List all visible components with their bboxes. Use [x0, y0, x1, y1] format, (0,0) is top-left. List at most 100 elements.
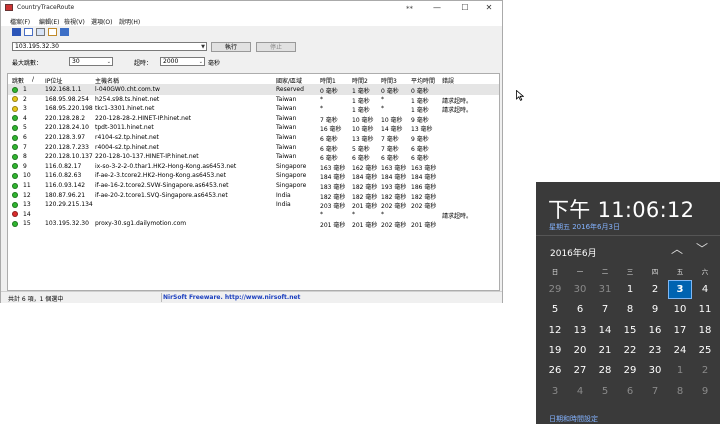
title-bar[interactable]: CountryTraceRoute ⁎⁎ — ☐ ✕	[1, 1, 502, 15]
flyout-divider	[536, 235, 720, 236]
calendar-day[interactable]: 19	[543, 341, 567, 360]
run-button[interactable]: 執行	[211, 42, 251, 52]
calendar-day[interactable]: 11	[693, 300, 717, 319]
table-row[interactable]: 13 120.29.215.134 India 203 毫秒 201 毫秒 202 毫秒 2…	[8, 200, 499, 210]
calendar-day-today[interactable]: 3	[668, 280, 692, 299]
calendar-day[interactable]: 16	[643, 321, 667, 340]
status-count: 共計 6 項，1 個選中	[8, 296, 64, 303]
copy-icon[interactable]	[24, 28, 33, 36]
html-report-icon[interactable]	[36, 28, 45, 36]
calendar-day[interactable]: 29	[618, 361, 642, 380]
save-icon[interactable]	[12, 28, 21, 36]
next-month-button[interactable]: ﹀	[693, 241, 711, 257]
calendar-day[interactable]: 17	[668, 321, 692, 340]
calendar-day[interactable]: 10	[668, 300, 692, 319]
menu-help[interactable]: 說明(H)	[119, 17, 140, 26]
calendar-day[interactable]: 3	[543, 382, 567, 401]
col-country[interactable]: 國家/區域	[276, 76, 302, 85]
nirsoft-link[interactable]: NirSoft Freeware. http://www.nirsoft.net	[163, 294, 300, 301]
calendar-day[interactable]: 26	[543, 361, 567, 380]
calendar-day[interactable]: 2	[643, 280, 667, 299]
calendar-day[interactable]: 9	[693, 382, 717, 401]
calendar-day[interactable]: 1	[668, 361, 692, 380]
cell-t2: 201 毫秒	[352, 222, 378, 230]
calendar-day[interactable]: 8	[668, 382, 692, 401]
calendar-day[interactable]: 8	[618, 300, 642, 319]
calendar-day[interactable]: 27	[568, 361, 592, 380]
table-row[interactable]: 15 103.195.32.30 proxy-30.sg1.dailymotion.…	[8, 219, 499, 229]
pin-icon[interactable]: ⁎⁎	[406, 3, 413, 11]
calendar-day[interactable]: 13	[568, 321, 592, 340]
table-row[interactable]: 7 220.128.7.233 r4004-s2.tp.hinet.net Taiwa…	[8, 143, 499, 153]
table-row[interactable]: 4 220.128.28.2 220-128-28-2.HINET-IP.hinet…	[8, 114, 499, 124]
calendar-day[interactable]: 30	[643, 361, 667, 380]
col-time1[interactable]: 時間1	[320, 76, 336, 85]
calendar-day[interactable]: 20	[568, 341, 592, 360]
calendar-day[interactable]: 29	[543, 280, 567, 299]
calendar-day[interactable]: 22	[618, 341, 642, 360]
exit-icon[interactable]	[60, 28, 69, 36]
table-row[interactable]: 6 220.128.3.97 r4104-s2.tp.hinet.net Taiwan…	[8, 133, 499, 143]
calendar-day[interactable]: 24	[668, 341, 692, 360]
col-hop[interactable]: 跳數	[12, 76, 24, 85]
col-time3[interactable]: 時間3	[381, 76, 397, 85]
calendar-day[interactable]: 4	[693, 280, 717, 299]
date-link[interactable]: 星期五 2016年6月3日	[549, 222, 620, 232]
calendar-day[interactable]: 9	[643, 300, 667, 319]
prev-month-button[interactable]: ︿	[668, 241, 686, 257]
menu-options[interactable]: 選項(O)	[91, 17, 112, 26]
table-row[interactable]: 9 116.0.82.17 ix-so-3-2-2-0.thar1.HK2-Hong…	[8, 162, 499, 172]
calendar-day[interactable]: 4	[568, 382, 592, 401]
calendar-day[interactable]: 18	[693, 321, 717, 340]
calendar-day[interactable]: 30	[568, 280, 592, 299]
host-input[interactable]: 103.195.32.30 ▼	[12, 42, 207, 51]
cell-hop: 13	[23, 201, 31, 209]
calendar-day[interactable]: 21	[593, 341, 617, 360]
trace-table[interactable]: 跳數 / IP位址 主機名稱 國家/區域 時間1 時間2 時間3 平均時間 錯誤…	[7, 73, 500, 291]
calendar-day[interactable]: 1	[618, 280, 642, 299]
close-button[interactable]: ✕	[475, 1, 503, 15]
table-row[interactable]: 14 * * * 請求超時。	[8, 210, 499, 220]
menu-edit[interactable]: 編輯(E)	[39, 17, 59, 26]
calendar-day[interactable]: 7	[593, 300, 617, 319]
stop-button[interactable]: 停止	[256, 42, 296, 52]
col-avg[interactable]: 平均時間	[411, 76, 435, 85]
calendar-day[interactable]: 14	[593, 321, 617, 340]
table-row[interactable]: 2 168.95.98.254 h254.s98.ts.hinet.net Taiwa…	[8, 95, 499, 105]
calendar-day[interactable]: 12	[543, 321, 567, 340]
col-sort[interactable]: /	[32, 76, 34, 83]
table-row[interactable]: 11 116.0.93.142 if-ae-16-2.tcore2.SVW-Sing…	[8, 181, 499, 191]
calendar-day[interactable]: 5	[543, 300, 567, 319]
minimize-button[interactable]: —	[423, 1, 451, 15]
calendar-day[interactable]: 6	[618, 382, 642, 401]
table-row[interactable]: 8 220.128.10.137 220-128-10-137.HINET-IP.h…	[8, 152, 499, 162]
cell-hop: 8	[23, 153, 27, 161]
col-ip[interactable]: IP位址	[45, 76, 62, 85]
menu-file[interactable]: 檔案(F)	[10, 17, 30, 26]
status-green-icon	[12, 163, 18, 170]
max-hops-select[interactable]: 30 ⌄	[69, 57, 113, 66]
calendar-day[interactable]: 6	[568, 300, 592, 319]
table-row[interactable]: 12 180.87.96.21 if-ae-20-2.tcore1.SVQ-Sing…	[8, 191, 499, 201]
table-row[interactable]: 1 192.168.1.1 l-040GW0.cht.com.tw Reserved 0…	[8, 85, 499, 95]
date-time-settings-link[interactable]: 日期和時間設定	[549, 414, 598, 424]
calendar-day[interactable]: 7	[643, 382, 667, 401]
table-row[interactable]: 3 168.95.220.198 tkc1-3301.hinet.net Taiwan…	[8, 104, 499, 114]
timeout-select[interactable]: 2000 ⌄	[160, 57, 205, 66]
calendar-day[interactable]: 2	[693, 361, 717, 380]
calendar-day[interactable]: 25	[693, 341, 717, 360]
chevron-down-icon[interactable]: ▼	[201, 43, 205, 51]
menu-view[interactable]: 檢視(V)	[64, 17, 85, 26]
calendar-day[interactable]: 23	[643, 341, 667, 360]
calendar-day[interactable]: 15	[618, 321, 642, 340]
month-label[interactable]: 2016年6月	[550, 246, 597, 259]
table-row[interactable]: 5 220.128.24.10 tpdt-3011.hinet.net Taiwan 1…	[8, 123, 499, 133]
calendar-day[interactable]: 28	[593, 361, 617, 380]
col-error[interactable]: 錯誤	[442, 76, 454, 85]
calendar-day[interactable]: 5	[593, 382, 617, 401]
col-time2[interactable]: 時間2	[352, 76, 368, 85]
table-row[interactable]: 10 116.0.82.63 if-ae-2-3.tcore2.HK2-Hong-K…	[8, 171, 499, 181]
calendar-day[interactable]: 31	[593, 280, 617, 299]
col-host[interactable]: 主機名稱	[95, 76, 119, 85]
properties-icon[interactable]	[48, 28, 57, 36]
